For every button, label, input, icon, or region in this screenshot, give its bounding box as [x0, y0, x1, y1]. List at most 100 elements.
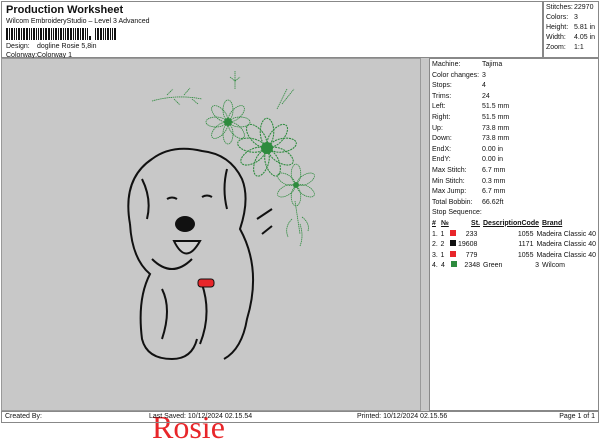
info-value: 0.3 mm: [482, 177, 506, 185]
needle-number: 1: [440, 251, 445, 259]
barcode-bar: [36, 28, 37, 40]
barcode-bar: [40, 28, 42, 40]
info-value: 24: [482, 92, 490, 100]
row-index: 3.: [432, 251, 438, 259]
barcode-bar: [80, 28, 81, 40]
thread-code: 3: [535, 262, 539, 270]
barcode-bar: [107, 28, 109, 40]
needle-number: 2: [440, 241, 445, 249]
info-row: EndY: 0.00 in: [432, 155, 596, 166]
row-index: 1.: [432, 230, 438, 238]
info-label: Machine:: [432, 61, 461, 68]
info-value: 73.8 mm: [482, 124, 510, 132]
dog: [127, 147, 273, 361]
info-row: Total Bobbin: 66.62ft: [432, 198, 596, 209]
barcode-bar: [63, 28, 64, 40]
row-index: 2.: [432, 241, 438, 249]
info-value: 73.8 mm: [482, 135, 510, 143]
info-value: 0.00 in: [482, 156, 504, 164]
thread-code: 1055: [517, 230, 534, 238]
info-label: Left:: [432, 103, 446, 111]
info-label: Trims:: [432, 92, 452, 100]
barcode-bar: [103, 28, 104, 40]
barcode-bar: [14, 28, 15, 40]
table-row: 1. 1 233 1055 Madeira Classic 40: [432, 229, 596, 241]
info-value: 0.00 in: [482, 145, 504, 153]
barcode-bar: [55, 28, 57, 40]
header-box: Production Worksheet Wilcom EmbroiderySt…: [1, 1, 543, 59]
info-row: Down: 73.8 mm: [432, 134, 596, 145]
info-label: Down:: [432, 135, 452, 143]
info-row: Trims: 24: [432, 92, 596, 103]
info-row: Left: 51.5 mm: [432, 102, 596, 113]
info-value: 1:1: [574, 44, 584, 51]
barcode-bar: [67, 28, 69, 40]
info-value: 6.7 mm: [482, 188, 506, 196]
description: Green: [483, 262, 503, 270]
needle-number: 1: [440, 230, 445, 238]
info-value: 4: [482, 82, 486, 90]
barcode-bar: [105, 28, 106, 40]
details-panel: Machine: Tajima Color changes: 3 Stops: 4 Trim…: [430, 58, 599, 411]
info-row: Zoom: 1:1: [546, 43, 596, 53]
barcode-bar: [45, 28, 47, 40]
page-title: Production Worksheet: [6, 4, 124, 16]
stop-sequence-title: Stop Sequence:: [432, 209, 482, 217]
info-value: 5.81 in: [574, 24, 596, 31]
info-row: Max Stitch: 6.7 mm: [432, 166, 596, 177]
barcode-bar: [9, 28, 10, 40]
barcode-bar: [23, 28, 25, 40]
info-row: Color changes: 3: [432, 71, 596, 82]
color-swatch: [449, 250, 456, 257]
table-row: 2. 2 19608 1171 Madeira Classic 40: [432, 240, 596, 251]
stitch-count: 233: [465, 230, 478, 238]
row-index: 4.: [432, 262, 438, 270]
barcode-bar: [82, 28, 84, 40]
needle-number: 4: [441, 262, 445, 270]
info-value: 6.7 mm: [482, 166, 506, 174]
footer: Created By: Last Saved: 10/12/2024 02.15…: [1, 411, 599, 423]
info-label: Total Bobbin:: [432, 198, 473, 206]
info-value: 51.5 mm: [482, 113, 510, 121]
app-subtitle: Wilcom EmbroideryStudio – Level 3 Advanc…: [6, 18, 150, 25]
barcode-bar: [95, 28, 96, 40]
info-label: Max Jump:: [432, 188, 467, 196]
info-row: Width: 4.05 in: [546, 33, 596, 43]
barcode-bar: [87, 28, 88, 40]
barcode-bar: [58, 28, 59, 40]
thread-brand: Madeira Classic 40: [536, 241, 596, 249]
barcode-bar: [43, 28, 44, 40]
created-by: Created By:: [5, 413, 42, 420]
col-header: Code: [521, 219, 540, 227]
info-value: Tajima: [482, 61, 503, 68]
barcode-bar: [38, 28, 39, 40]
thread-code: 1055: [517, 251, 534, 259]
info-row: Colors: 3: [546, 13, 596, 23]
info-value: 66.62ft: [482, 198, 504, 206]
stitch-count: 19608: [457, 241, 478, 249]
thread-code: 1171: [518, 241, 534, 249]
last-saved: Last Saved: 10/12/2024 02.15.54: [149, 413, 253, 420]
info-row: EndX: 0.00 in: [432, 145, 596, 156]
barcode-bar: [89, 36, 91, 40]
panel-divider: [421, 58, 430, 411]
barcode-bar: [11, 28, 13, 40]
barcode-bar: [77, 28, 79, 40]
info-row: Stitches: 22970: [546, 3, 596, 13]
info-row: Height: 5.81 in: [546, 23, 596, 33]
barcode-bar: [31, 28, 32, 40]
info-row: Min Stitch: 0.3 mm: [432, 177, 596, 188]
col-header: Description: [483, 219, 522, 227]
info-row: Machine: Tajima: [432, 60, 596, 71]
barcode-bar: [73, 28, 74, 40]
info-row: Up: 73.8 mm: [432, 124, 596, 135]
table-header: # № St. Description Code Brand: [432, 219, 596, 230]
barcode-bar: [100, 28, 102, 40]
info-row: Max Jump: 6.7 mm: [432, 187, 596, 198]
barcode-bar: [60, 28, 62, 40]
design-label: Design:: [6, 43, 30, 50]
barcode-bar: [53, 28, 54, 40]
table-row: 3. 1 779 1055 Madeira Classic 40: [432, 250, 596, 262]
info-label: Zoom:: [546, 44, 566, 51]
thread-brand: Wilcom: [542, 262, 565, 270]
